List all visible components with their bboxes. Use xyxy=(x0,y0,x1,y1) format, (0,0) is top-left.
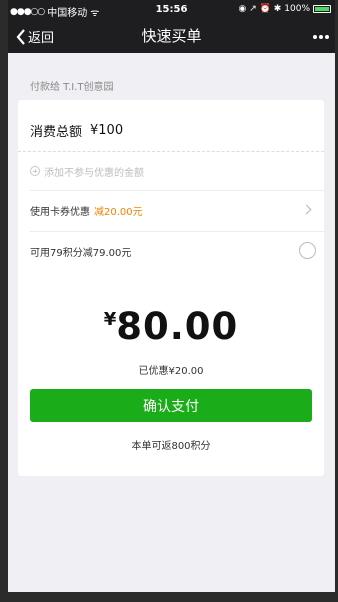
coupon-label: 使用卡券优惠 xyxy=(30,207,90,218)
battery-icon xyxy=(313,5,331,13)
plus-circle-icon xyxy=(30,166,40,176)
page-title: 快速买单 xyxy=(141,27,202,45)
coupon-discount: 减20.00元 xyxy=(94,207,143,218)
divider xyxy=(30,231,324,232)
points-row: 可用79积分减79.00元 xyxy=(18,233,324,269)
back-button[interactable]: 返回 xyxy=(16,20,54,53)
total-amount-label: 消费总额 xyxy=(30,124,83,140)
saved-amount: 已优惠¥20.00 xyxy=(138,366,204,377)
confirm-pay-button[interactable]: 确认支付 xyxy=(30,389,312,422)
pay-amount: ¥80.00 xyxy=(18,305,324,348)
pay-amount-value: 80.00 xyxy=(116,305,239,348)
currency-symbol: ¥ xyxy=(103,309,117,330)
chevron-left-icon xyxy=(16,28,25,45)
bottom-edge xyxy=(8,592,335,602)
coupon-row[interactable]: 使用卡券优惠 减20.00元 xyxy=(18,192,324,229)
add-excluded-amount-label: 添加不参与优惠的金额 xyxy=(44,167,144,179)
phone-screen: ●●●○○ 中国移动 ᯤ 15:56 ◉ ↗ ⏰ ✱ 100% 返回 快速买单 … xyxy=(8,0,335,602)
more-dot-icon xyxy=(319,34,323,39)
dashed-divider xyxy=(18,151,324,152)
divider xyxy=(30,190,324,191)
status-right: ◉ ↗ ⏰ ✱ 100% xyxy=(239,4,331,14)
more-dot-icon xyxy=(313,34,317,39)
payment-card: 消费总额 ¥100 添加不参与优惠的金额 使用卡券优惠 减20.00元 可用79… xyxy=(18,100,324,476)
total-amount-row: 消费总额 ¥100 xyxy=(18,110,324,150)
points-label: 可用79积分减79.00元 xyxy=(30,247,132,259)
more-menu-button[interactable] xyxy=(313,20,329,53)
status-bar: ●●●○○ 中国移动 ᯤ 15:56 ◉ ↗ ⏰ ✱ 100% xyxy=(8,0,335,20)
points-radio[interactable] xyxy=(299,242,316,259)
merchant-label: 付款给 T.I.T创意园 xyxy=(30,82,114,93)
add-excluded-amount-button[interactable]: 添加不参与优惠的金额 xyxy=(18,155,324,187)
back-label: 返回 xyxy=(28,31,55,46)
battery-percent: 100% xyxy=(284,4,310,14)
status-icons: ◉ ↗ ⏰ ✱ xyxy=(238,4,282,14)
rebate-points: 本单可返800积分 xyxy=(131,441,211,452)
total-amount-value: ¥100 xyxy=(90,122,124,138)
more-dot-icon xyxy=(325,34,329,39)
nav-bar: 返回 快速买单 xyxy=(8,20,335,53)
chevron-right-icon xyxy=(301,204,312,215)
